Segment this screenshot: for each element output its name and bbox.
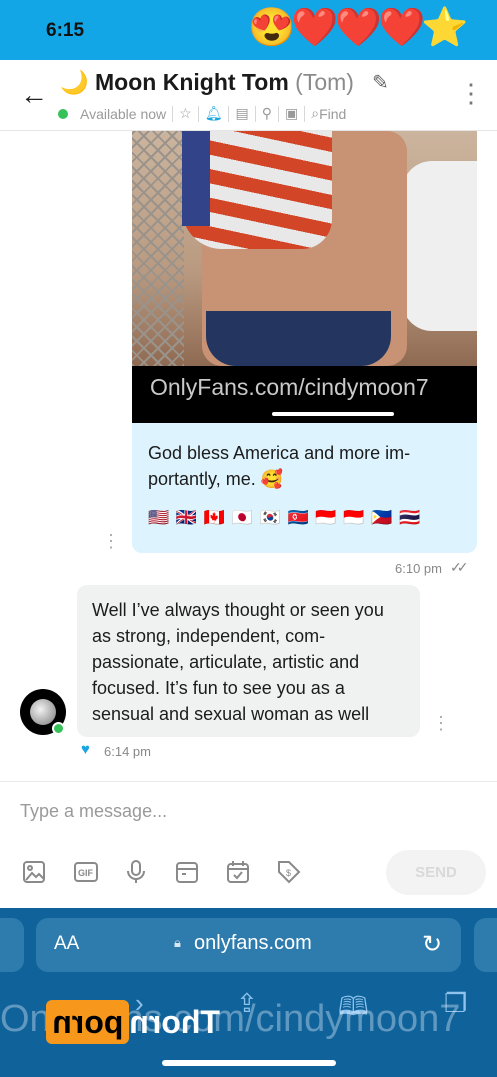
lock-icon: 🔒︎ — [174, 935, 181, 950]
bell-icon[interactable]: 🔔︎ — [205, 105, 223, 122]
reader-settings-button[interactable]: AA — [54, 933, 79, 955]
svg-text:$: $ — [286, 868, 291, 878]
message-input[interactable] — [20, 796, 450, 826]
note-icon[interactable]: ▤ — [235, 105, 248, 122]
previous-tab-peek[interactable] — [0, 918, 24, 972]
browser-toolbar: AA 🔒︎ onlyfans.com ↻ › ⇪ 🕮 ❐ OnlyFans.co… — [0, 908, 497, 1077]
contact-name[interactable]: 🌙 Moon Knight Tom (Tom) — [60, 69, 354, 96]
photo-flag-canton — [182, 131, 210, 226]
microphone-icon[interactable] — [123, 859, 149, 885]
message-options-icon[interactable]: ⋮ — [432, 713, 450, 734]
chat-messages[interactable]: OnlyFans.com/cindymoon7 God bless Americ… — [0, 131, 497, 781]
message-time: 6:10 pm — [395, 561, 442, 576]
photo-watermark: OnlyFans.com/cindymoon7 — [150, 374, 429, 400]
pin-icon[interactable]: ⚲ — [262, 105, 272, 122]
photo-background-bed — [402, 161, 477, 331]
availability-status: Available now — [80, 105, 167, 122]
divider — [228, 105, 230, 122]
photo-background-fence — [132, 131, 184, 366]
divider — [197, 105, 199, 122]
online-indicator — [58, 108, 68, 119]
read-receipt-icon: ✓✓ — [450, 559, 469, 575]
svg-text:GIF: GIF — [78, 868, 94, 878]
schedule-icon[interactable] — [225, 859, 251, 885]
avatar-online-indicator — [52, 722, 65, 735]
more-vertical-icon[interactable]: ⋮ — [458, 80, 484, 106]
message-time: 6:14 pm — [104, 744, 151, 759]
star-icon[interactable]: ☆ — [179, 105, 192, 122]
incoming-message-text: Well I’ve always thought or seen you as … — [92, 600, 384, 724]
address-bar[interactable]: AA 🔒︎ onlyfans.com ↻ — [36, 918, 461, 972]
status-time: 6:15 — [46, 20, 85, 41]
logo-text: Thorn — [129, 1004, 220, 1040]
logo-box-text: porn — [46, 1000, 130, 1044]
caption-text: God bless America and more im-portantly,… — [148, 443, 411, 489]
heart-icon[interactable]: ♥ — [81, 741, 90, 758]
message-options-icon[interactable]: ⋮ — [102, 531, 120, 552]
contact-display-name: 🌙 Moon Knight Tom — [60, 69, 289, 95]
moon-avatar-image — [30, 699, 56, 725]
chat-header: ← 🌙 Moon Knight Tom (Tom) ✎ ⋮ Available … — [0, 60, 497, 131]
divider — [172, 105, 174, 122]
status-emoji-overlay: 😍❤️❤️❤️⭐ — [248, 7, 469, 49]
photo-clothing — [206, 311, 391, 366]
url-text[interactable]: onlyfans.com — [194, 932, 312, 955]
divider — [277, 105, 279, 122]
divider — [304, 105, 306, 122]
vault-icon[interactable] — [174, 859, 200, 885]
outgoing-media-message[interactable]: OnlyFans.com/cindymoon7 God bless Americ… — [132, 131, 477, 553]
price-tag-icon[interactable]: $ — [276, 859, 302, 885]
message-photo[interactable] — [132, 131, 477, 366]
gallery-icon[interactable]: ▣ — [285, 105, 298, 122]
contact-handle: (Tom) — [295, 69, 354, 95]
pencil-icon[interactable]: ✎ — [372, 70, 389, 95]
find-label[interactable]: Find — [319, 106, 346, 122]
send-button[interactable]: SEND — [386, 850, 486, 895]
search-icon[interactable]: ⌕ — [311, 105, 319, 122]
home-indicator[interactable] — [162, 1060, 336, 1066]
back-arrow-icon[interactable]: ← — [20, 80, 48, 110]
divider — [254, 105, 256, 122]
message-caption: God bless America and more im-portantly,… — [132, 423, 477, 553]
watermark-logo: Thornporn — [32, 998, 220, 1046]
image-icon[interactable] — [21, 859, 47, 885]
status-bar: 6:15 😍❤️❤️❤️⭐ — [0, 0, 497, 60]
message-composer: GIF $ SEND — [0, 781, 497, 908]
incoming-message[interactable]: Well I’ve always thought or seen you as … — [77, 585, 420, 737]
flag-emoji-row: 🇺🇸 🇬🇧 🇨🇦 🇯🇵 🇰🇷 🇰🇵 🇮🇩 🇮🇩 🇵🇭 🇹🇭 — [148, 508, 422, 527]
media-scrub-bar[interactable] — [272, 412, 394, 416]
gif-icon[interactable]: GIF — [73, 859, 99, 885]
next-tab-peek[interactable] — [474, 918, 497, 972]
photo-watermark-bar: OnlyFans.com/cindymoon7 — [132, 366, 477, 423]
reload-icon[interactable]: ↻ — [422, 930, 442, 959]
contact-subline: Available now ☆ 🔔︎ ▤ ⚲ ▣ ⌕ Find — [58, 105, 346, 122]
